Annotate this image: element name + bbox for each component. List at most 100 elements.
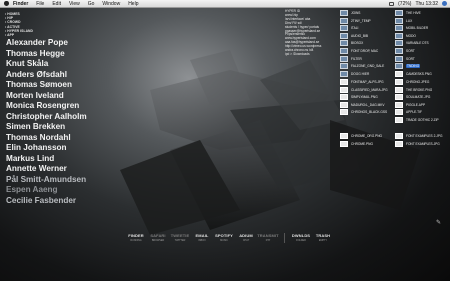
dock-item-adium[interactable]: ADIUM CHAT <box>238 233 254 242</box>
contact-name[interactable]: Thomas Hegge <box>6 49 87 60</box>
contact-name[interactable]: Knut Skåla <box>6 59 87 70</box>
folder-icon <box>340 48 348 54</box>
apple-icon[interactable] <box>4 1 9 6</box>
dock: FINDER RUNNING SAFARI BROWSER TWEETIE TWITTER… <box>128 233 331 243</box>
dock-item-safari[interactable]: SAFARI BROWSER <box>150 233 166 242</box>
dock-item-caption: INBOX <box>198 239 206 242</box>
folder-icon <box>340 40 348 47</box>
menu-file[interactable]: File <box>36 1 44 7</box>
dock-item-caption: TWITTER <box>174 239 186 242</box>
battery-percent[interactable]: (72%) <box>398 1 411 7</box>
dock-item-label: TWEETIE <box>170 233 190 238</box>
dock-item-caption: BROWSER <box>151 239 165 242</box>
spotlight-icon[interactable] <box>442 1 447 6</box>
desktop-file[interactable]: FALZONE_GND_SALE <box>340 63 384 70</box>
folder-icon <box>395 17 403 24</box>
file-label: JOINS <box>351 11 361 15</box>
desktop-file[interactable]: MADURO4-_DAG.MKV <box>340 101 384 108</box>
image-file-icon <box>340 133 348 139</box>
desktop-file[interactable]: CHROME.PNG <box>340 140 373 147</box>
battery-icon[interactable] <box>389 1 395 6</box>
contact-name[interactable]: Simen Brekken <box>6 122 87 133</box>
desktop-file[interactable]: SORT <box>395 55 415 62</box>
dock-item-trash[interactable]: TRASH EMPTY <box>315 233 331 242</box>
desktop-file[interactable]: SORT <box>395 48 415 54</box>
desktop-file[interactable]: ITALI <box>340 25 358 32</box>
menu-finder[interactable]: Finder <box>13 1 28 7</box>
video-file-icon <box>340 101 348 108</box>
contact-name[interactable]: Elin Johansson <box>6 143 87 154</box>
desktop-file[interactable]: CHROME_ORG.PNG <box>340 133 382 139</box>
menu-go[interactable]: Go <box>88 1 95 7</box>
contact-name[interactable]: Thomas Sømoen <box>6 80 87 91</box>
desktop-file[interactable]: MODO <box>395 32 416 39</box>
desktop-file[interactable]: CLASSIFIED_MARA.JPG <box>340 86 388 93</box>
desktop-file[interactable]: FONT DROP, MAC <box>340 48 378 54</box>
dock-item-label: SPOTIFY <box>215 233 233 238</box>
desktop-file[interactable]: SIMPLYMAIL.PNG <box>340 94 378 101</box>
desktop-file[interactable]: CHRONO.JPEG <box>395 79 429 85</box>
contact-name[interactable]: Morten Iveland <box>6 91 87 102</box>
clock[interactable]: Thu 13:32 <box>415 1 438 7</box>
contact-name[interactable]: Thomas Nordahl <box>6 133 87 144</box>
menu-edit[interactable]: Edit <box>52 1 61 7</box>
desktop-file[interactable]: APPLE.TIF <box>395 109 422 116</box>
desktop-file[interactable]: CHRONOS_BLACK.GSS <box>340 109 387 116</box>
desktop-file[interactable]: BIOSOX <box>340 40 363 47</box>
desktop-file[interactable]: DOGG HIER <box>340 70 369 77</box>
folder-icon <box>340 63 348 70</box>
desktop-file[interactable]: FONT EXAMPLES.JPG <box>395 140 440 147</box>
file-label: SOULMATE.JPG <box>406 95 431 100</box>
desktop-file[interactable]: AUDIO_BIB <box>340 32 368 39</box>
dock-item-finder[interactable]: FINDER RUNNING <box>128 233 144 242</box>
desktop-file[interactable]: THE BROKE.PNG <box>395 86 432 93</box>
file-label: 2TINY_TEMP <box>351 18 371 23</box>
dock-item-caption: EMPTY <box>318 239 328 242</box>
desktop-file[interactable]: TNDING <box>395 63 421 70</box>
menu-help[interactable]: Help <box>128 1 138 7</box>
contact-name[interactable]: Pål Smitt-Amundsen <box>6 175 87 186</box>
desktop-file[interactable]: JOINS <box>340 10 360 16</box>
dock-item-email[interactable]: EMAIL INBOX <box>194 233 210 242</box>
dock-item-caption: CHAT <box>242 239 250 242</box>
dock-item-dwnlds[interactable]: DWNLDS FOLDER <box>291 233 311 242</box>
contact-name[interactable]: Annette Werner <box>6 164 87 175</box>
menu-window[interactable]: Window <box>102 1 120 7</box>
desktop-file[interactable]: VARIABLE DTS <box>395 40 429 47</box>
folder-icon <box>340 70 348 77</box>
contact-name[interactable]: Monica Rosengren <box>6 101 87 112</box>
folder-icon <box>395 55 403 62</box>
desktop-file[interactable]: 2TINY_TEMP <box>340 17 371 24</box>
dock-item-label: DWNLDS <box>291 233 311 238</box>
app-icon <box>395 101 403 108</box>
dock-item-spotify[interactable]: SPOTIFY MUSIC <box>215 233 233 242</box>
file-label: APPLE.TIF <box>406 110 422 115</box>
file-label: LUX <box>406 18 413 23</box>
dock-item-transmit[interactable]: TRANSMIT FTP <box>257 233 278 242</box>
desktop-file[interactable]: FILTER <box>340 55 362 62</box>
desktop-file[interactable]: TRADE GOTHIC 2.ZIP <box>395 117 439 123</box>
desktop-file[interactable]: LUX <box>395 17 413 24</box>
dock-item-label: SAFARI <box>150 233 166 238</box>
desktop-file[interactable]: MOBIL BILDER <box>395 25 428 32</box>
desktop-file[interactable]: CAMDESKS.PNG <box>395 70 432 77</box>
dock-item-tweetie[interactable]: TWEETIE TWITTER <box>170 233 190 242</box>
contact-name[interactable]: Markus Lind <box>6 154 87 165</box>
file-label: PIGGLE.APP <box>406 102 426 107</box>
desktop-file[interactable]: PIGGLE.APP <box>395 101 426 108</box>
desktop-file[interactable]: FONTMAP_ALPS.JPG <box>340 79 384 85</box>
contact-name[interactable]: Cecilie Fasbender <box>6 196 87 207</box>
contact-name[interactable]: Espen Aaeng <box>6 185 87 196</box>
contact-name[interactable]: Anders Øfsdahl <box>6 70 87 81</box>
contact-name[interactable]: Alexander Pope <box>6 38 87 49</box>
desktop-file[interactable]: THE HIVE <box>395 10 421 16</box>
menu-bar: Finder File Edit View Go Window Help (72… <box>0 0 450 8</box>
contact-name[interactable]: Christopher Aalholm <box>6 112 87 123</box>
dock-item-caption: FTP <box>265 239 271 242</box>
desktop-file[interactable]: FONT EXAMPLES 2.JPG <box>395 133 442 139</box>
folder-icon <box>395 40 403 47</box>
group-item[interactable]: • APP <box>5 33 33 37</box>
desktop-file[interactable]: SOULMATE.JPG <box>395 94 431 101</box>
image-file-icon <box>340 140 348 147</box>
menu-view[interactable]: View <box>69 1 80 7</box>
